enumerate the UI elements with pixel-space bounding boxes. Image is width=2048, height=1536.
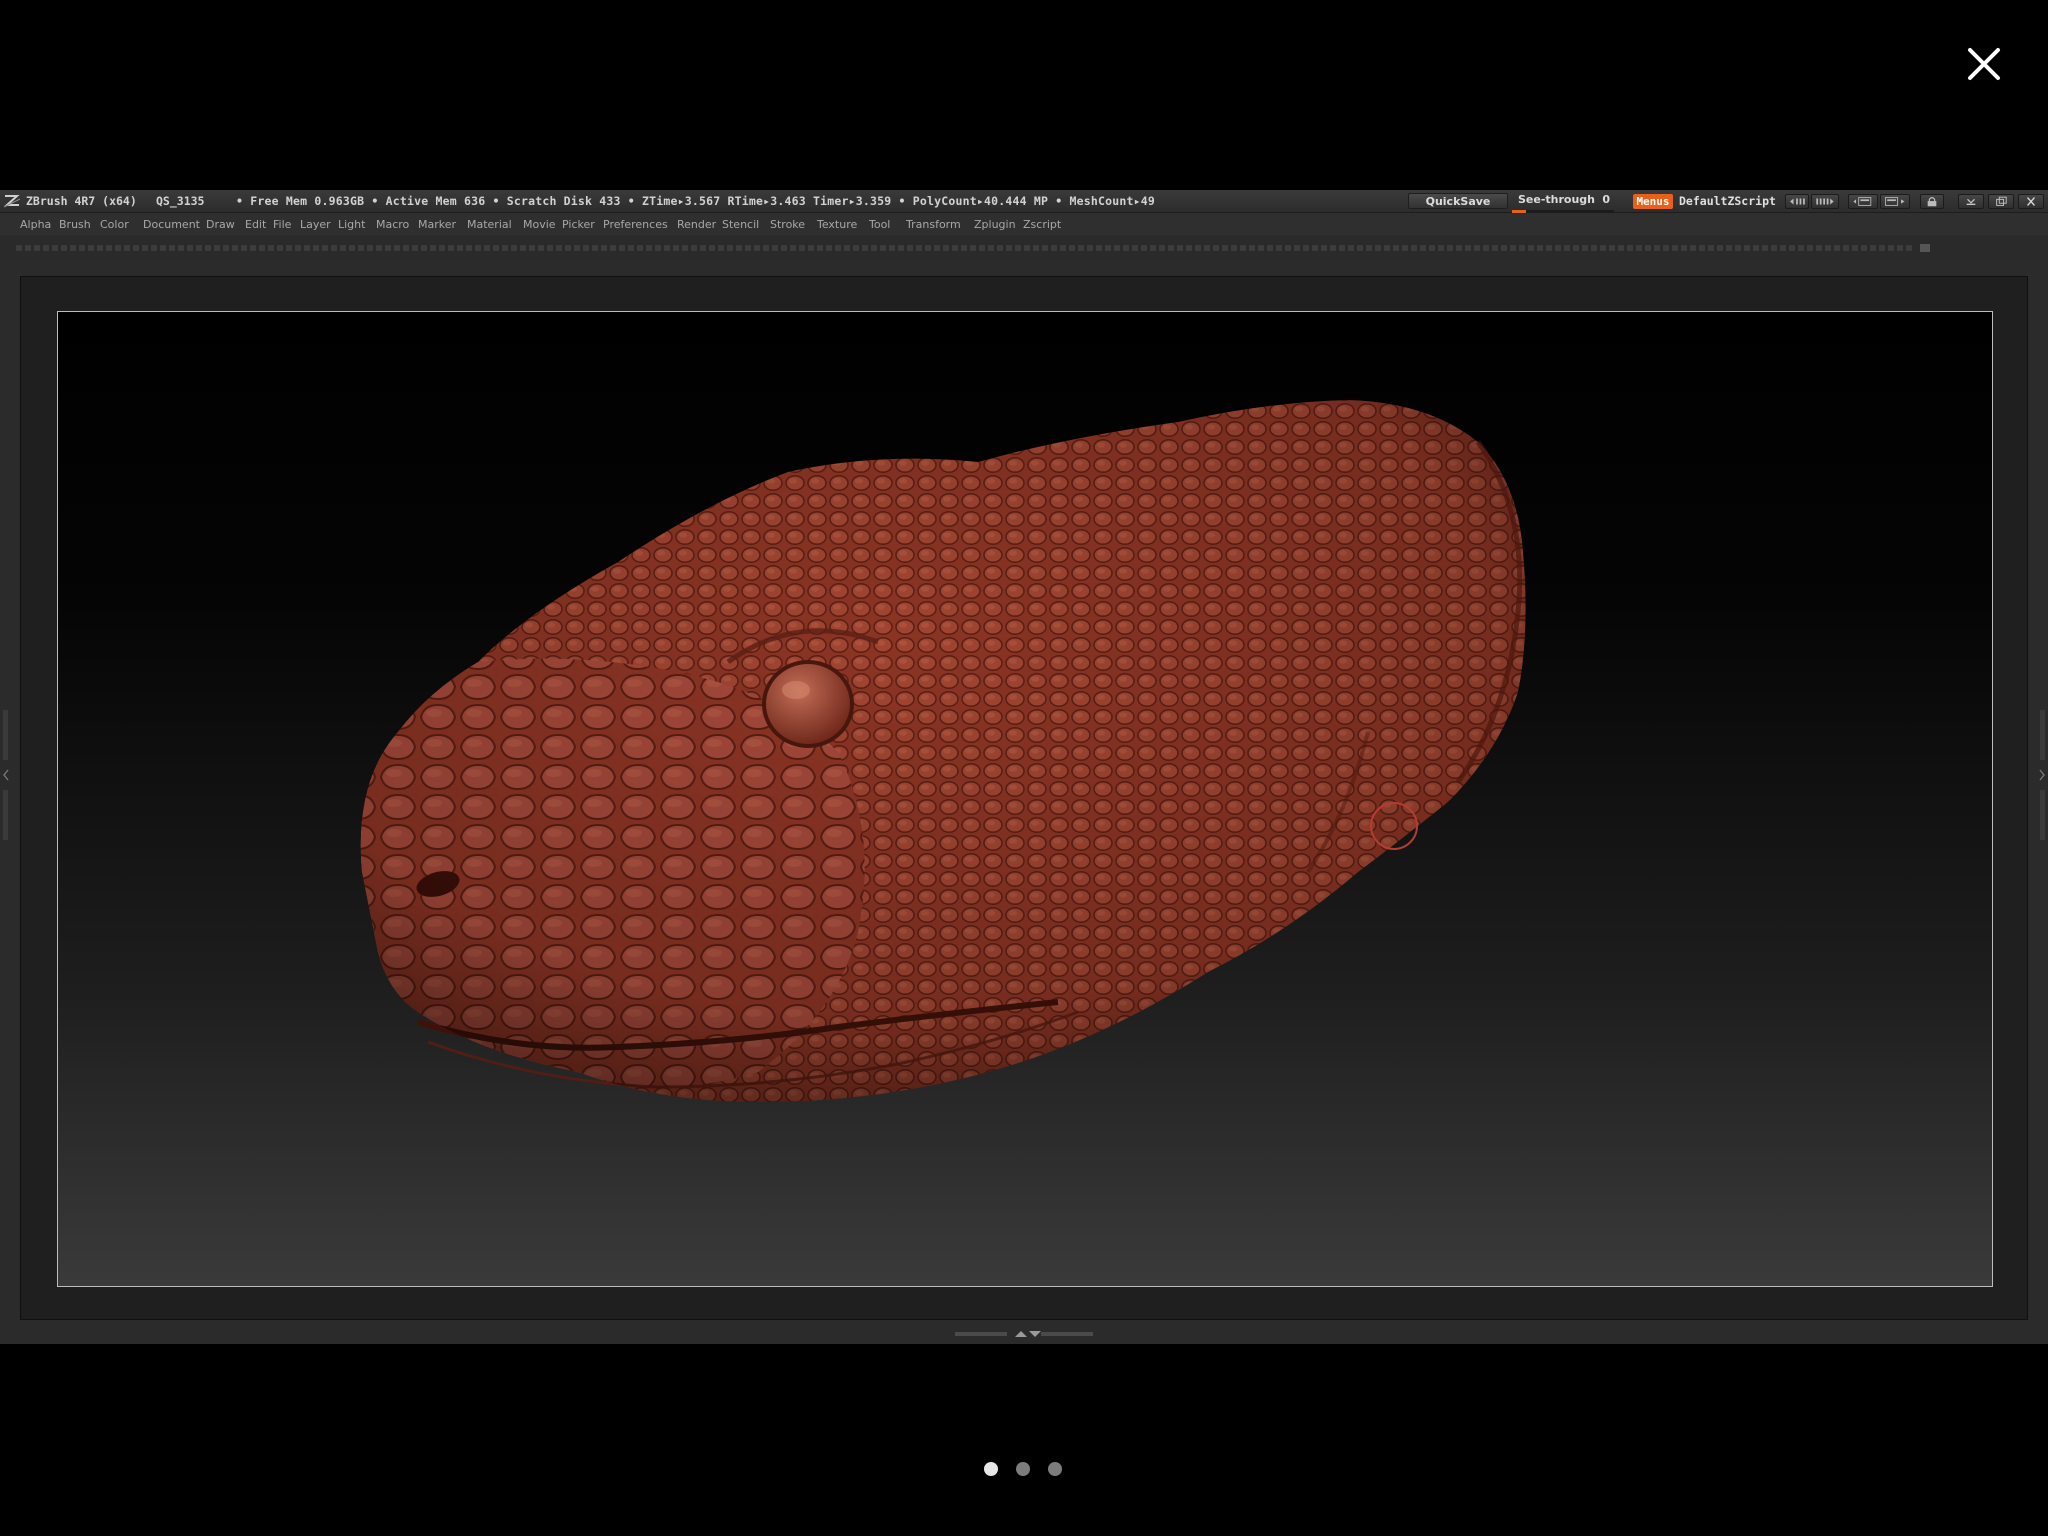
page-dot-1[interactable]: [984, 1462, 998, 1476]
canvas-area: [20, 276, 2028, 1320]
see-through-label: See-through: [1518, 193, 1596, 206]
menu-transform[interactable]: Transform: [906, 218, 961, 231]
layout-icon: [1853, 197, 1872, 206]
file-name: QS_3135: [156, 194, 205, 208]
menu-picker[interactable]: Picker: [562, 218, 595, 231]
memory-stats: • Free Mem 0.963GB • Active Mem 636 • Sc…: [236, 194, 1155, 208]
main-menu-bar: Alpha Brush Color Document Draw Edit Fil…: [0, 213, 2048, 235]
minimize-button[interactable]: [1958, 194, 1984, 209]
restore-icon: [1996, 196, 2007, 206]
right-tray-toggle[interactable]: [2038, 710, 2046, 840]
page-dot-3[interactable]: [1048, 1462, 1062, 1476]
window-close-icon: [2027, 197, 2035, 206]
menu-edit[interactable]: Edit: [245, 218, 266, 231]
image-viewer: ZBrush 4R7 (x64) QS_3135 • Free Mem 0.96…: [0, 0, 2048, 1536]
title-bar: ZBrush 4R7 (x64) QS_3135 • Free Mem 0.96…: [0, 190, 2048, 213]
palette-left-icon: [1790, 198, 1805, 205]
zbrush-window: ZBrush 4R7 (x64) QS_3135 • Free Mem 0.96…: [0, 190, 2048, 1344]
close-icon: [1968, 48, 2000, 80]
lock-button[interactable]: [1920, 194, 1944, 209]
menu-brush[interactable]: Brush: [59, 218, 91, 231]
minimize-icon: [1966, 198, 1976, 205]
quicksave-button[interactable]: QuickSave: [1408, 193, 1508, 209]
menu-marker[interactable]: Marker: [418, 218, 456, 231]
layout-right-button[interactable]: [1880, 194, 1910, 209]
menu-stroke[interactable]: Stroke: [770, 218, 805, 231]
shelf-divider: [16, 245, 1914, 251]
menu-movie[interactable]: Movie: [523, 218, 556, 231]
snake-head-model: [360, 400, 1526, 1102]
menu-document[interactable]: Document: [143, 218, 200, 231]
see-through-slider[interactable]: See-through 0: [1512, 193, 1614, 213]
menu-color[interactable]: Color: [100, 218, 129, 231]
see-through-value: 0: [1602, 193, 1610, 206]
restore-button[interactable]: [1988, 194, 2014, 209]
bottom-tray-toggle[interactable]: [955, 1329, 1093, 1339]
menu-render[interactable]: Render: [677, 218, 716, 231]
lock-icon: [1927, 197, 1937, 207]
document-canvas[interactable]: [57, 311, 1993, 1287]
top-shelf: [0, 236, 2048, 260]
zbrush-logo-icon: [3, 195, 21, 208]
palette-right-button[interactable]: [1811, 194, 1839, 209]
image-pager: [984, 1460, 1064, 1478]
menu-zscript[interactable]: Zscript: [1023, 218, 1061, 231]
menu-tool[interactable]: Tool: [869, 218, 890, 231]
window-close-button[interactable]: [2018, 194, 2044, 209]
menu-texture[interactable]: Texture: [817, 218, 857, 231]
close-button[interactable]: [1960, 40, 2008, 88]
menu-light[interactable]: Light: [338, 218, 365, 231]
palette-left-button[interactable]: [1785, 194, 1809, 209]
layout-left-button[interactable]: [1848, 194, 1878, 209]
page-dot-2[interactable]: [1016, 1462, 1030, 1476]
shelf-handle[interactable]: [1920, 244, 1930, 252]
menu-stencil[interactable]: Stencil: [722, 218, 759, 231]
menu-macro[interactable]: Macro: [376, 218, 409, 231]
menu-file[interactable]: File: [273, 218, 291, 231]
menu-alpha[interactable]: Alpha: [20, 218, 51, 231]
palette-right-icon: [1816, 198, 1834, 205]
default-zscript-button[interactable]: DefaultZScript: [1679, 194, 1776, 208]
left-tray-toggle[interactable]: [2, 710, 10, 840]
menu-material[interactable]: Material: [467, 218, 512, 231]
layout-switch-icon: [1885, 197, 1905, 206]
menu-draw[interactable]: Draw: [206, 218, 235, 231]
menu-preferences[interactable]: Preferences: [603, 218, 668, 231]
menus-toggle[interactable]: Menus: [1633, 194, 1673, 209]
menu-layer[interactable]: Layer: [300, 218, 331, 231]
app-title: ZBrush 4R7 (x64): [26, 194, 137, 208]
menu-zplugin[interactable]: Zplugin: [974, 218, 1016, 231]
